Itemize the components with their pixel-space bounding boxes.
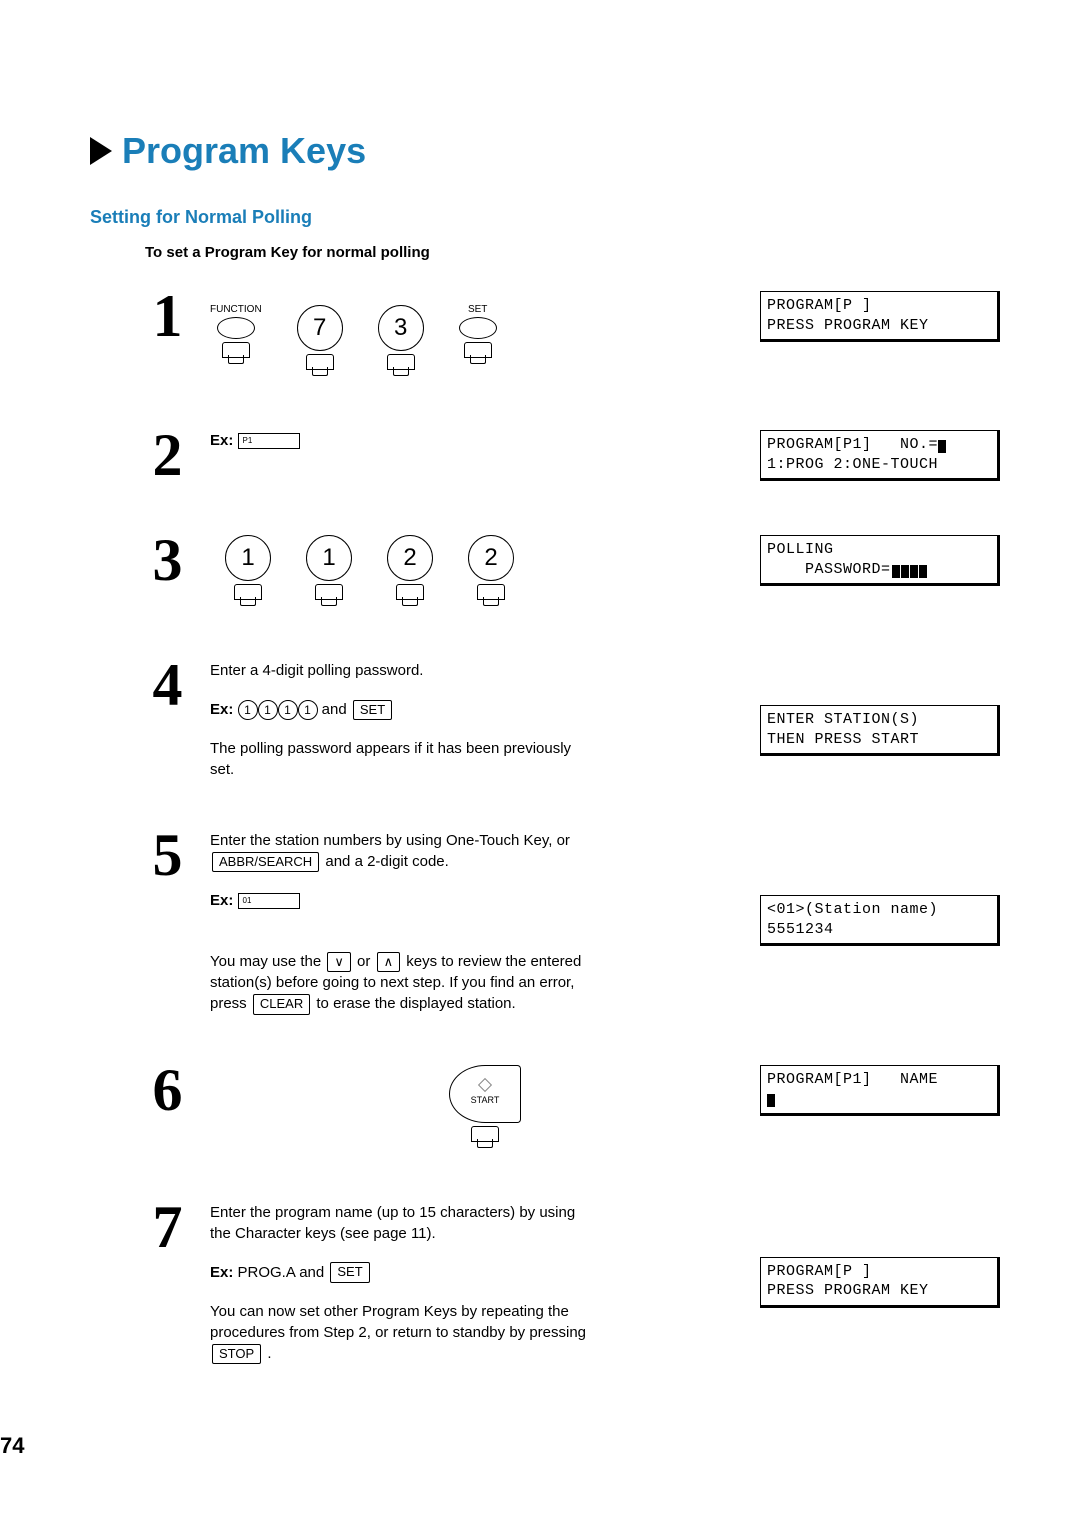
lcd-display: <01>(Station name) 5551234 — [760, 825, 1000, 946]
stop-key: STOP — [212, 1344, 261, 1364]
section-header: Program Keys — [90, 130, 1000, 172]
press-hand-icon — [306, 354, 334, 380]
numpad-2-key: 2 — [468, 535, 514, 610]
digit-circle: 1 — [238, 700, 258, 720]
numpad-7-label: 7 — [297, 305, 343, 351]
numpad-3-label: 3 — [378, 305, 424, 351]
numpad-1-label: 1 — [225, 535, 271, 581]
press-hand-icon — [477, 584, 505, 610]
step-text: to erase the displayed station. — [312, 995, 515, 1012]
example-label: Ex: — [210, 892, 233, 909]
numpad-7-key: 7 — [297, 291, 343, 380]
up-arrow-key: ∧ — [377, 952, 401, 972]
lcd-display: PROGRAM[P ] PRESS PROGRAM KEY — [760, 1197, 1000, 1308]
digit-circle: 1 — [298, 700, 318, 720]
set-key-label: SET — [468, 303, 487, 315]
press-hand-icon — [315, 584, 343, 610]
press-hand-icon — [234, 584, 262, 610]
numpad-2-key: 2 — [387, 535, 433, 610]
press-hand-icon — [387, 354, 415, 380]
step-text: Enter the station numbers by using One-T… — [210, 832, 570, 849]
step-text: or — [353, 953, 375, 970]
step-4: 4 Enter a 4-digit polling password. Ex: … — [90, 655, 1000, 780]
subsection-title: Setting for Normal Polling — [90, 207, 1000, 228]
press-hand-icon — [471, 1126, 499, 1152]
diamond-icon — [478, 1078, 492, 1092]
set-key-inline: SET — [353, 700, 392, 720]
step-text: and a 2-digit code. — [321, 853, 449, 870]
step-text: Enter a 4-digit polling password. — [210, 660, 760, 681]
down-arrow-key: ∨ — [327, 952, 351, 972]
lcd-display: PROGRAM[P ] PRESS PROGRAM KEY — [760, 286, 1000, 342]
numpad-1b-label: 1 — [306, 535, 352, 581]
step-3: 3 1 1 2 2 — [90, 530, 1000, 610]
step-1: 1 FUNCTION 7 3 SET — [90, 286, 1000, 380]
numpad-2b-label: 2 — [468, 535, 514, 581]
set-key: SET — [459, 303, 497, 368]
step-7: 7 Enter the program name (up to 15 chara… — [90, 1197, 1000, 1364]
example-label: Ex: — [210, 432, 233, 449]
function-key: FUNCTION — [210, 303, 262, 368]
digit-circle: 1 — [278, 700, 298, 720]
example-value: PROG.A and — [233, 1264, 328, 1281]
digit-circle: 1 — [258, 700, 278, 720]
step-number: 3 — [140, 530, 195, 590]
clear-key: CLEAR — [253, 994, 310, 1014]
press-hand-icon — [396, 584, 424, 610]
step-number: 2 — [140, 425, 195, 485]
step-number: 6 — [140, 1060, 195, 1120]
page-number: 74 — [0, 1433, 24, 1459]
numpad-1-key: 1 — [225, 535, 271, 610]
lcd-display: POLLING PASSWORD= — [760, 530, 1000, 586]
press-hand-icon — [464, 342, 492, 368]
example-value-box: P1 — [238, 433, 300, 449]
numpad-3-key: 3 — [378, 291, 424, 380]
step-6: 6 START PROGRAM[P1] NAME — [90, 1060, 1000, 1152]
lcd-display: PROGRAM[P1] NAME — [760, 1060, 1000, 1116]
press-hand-icon — [222, 342, 250, 368]
example-value-box: 01 — [238, 893, 300, 909]
start-key: START — [449, 1065, 521, 1123]
step-2: 2 Ex: P1 PROGRAM[P1] NO.= 1:PROG 2:ONE-T… — [90, 425, 1000, 485]
step-text: You can now set other Program Keys by re… — [210, 1303, 586, 1341]
step-number: 5 — [140, 825, 195, 885]
step-number: 1 — [140, 286, 195, 346]
lcd-display: PROGRAM[P1] NO.= 1:PROG 2:ONE-TOUCH — [760, 425, 1000, 481]
triangle-icon — [90, 137, 112, 165]
set-key-inline: SET — [330, 1262, 369, 1282]
step-number: 4 — [140, 655, 195, 715]
start-key-label: START — [471, 1094, 500, 1107]
function-key-label: FUNCTION — [210, 303, 262, 315]
step-5: 5 Enter the station numbers by using One… — [90, 825, 1000, 1014]
abbr-search-key: ABBR/SEARCH — [212, 852, 319, 872]
lcd-display: ENTER STATION(S) THEN PRESS START — [760, 655, 1000, 756]
sub-instruction: To set a Program Key for normal polling — [145, 244, 1000, 261]
section-title: Program Keys — [122, 130, 366, 172]
numpad-2-label: 2 — [387, 535, 433, 581]
step-text: . — [263, 1345, 271, 1362]
numpad-1-key: 1 — [306, 535, 352, 610]
step-number: 7 — [140, 1197, 195, 1257]
and-text: and — [318, 701, 351, 718]
step-text: Enter the program name (up to 15 charact… — [210, 1202, 600, 1244]
example-label: Ex: — [210, 701, 233, 718]
step-text: The polling password appears if it has b… — [210, 738, 590, 780]
step-text: You may use the — [210, 953, 325, 970]
example-label: Ex: — [210, 1264, 233, 1281]
